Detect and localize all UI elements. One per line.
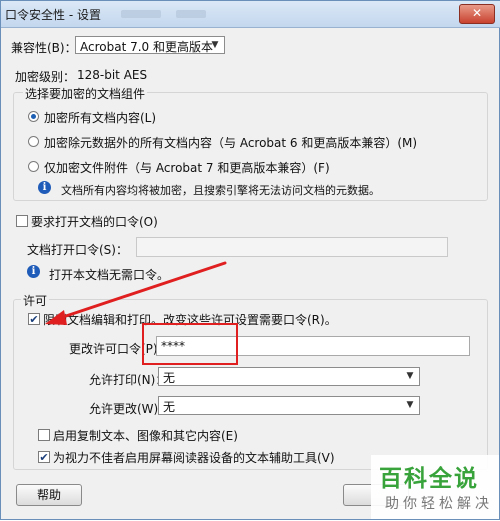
annotation-arrow — [45, 261, 227, 325]
watermark-sub-text: 助你轻松解决 — [385, 496, 493, 512]
watermark-main-text: 百科全说 — [379, 466, 479, 492]
password-security-dialog: 口令安全性 - 设置 ✕ 兼容性(B)： Acrobat 7.0 和更高版本 ▼… — [0, 0, 500, 520]
watermark: 百科全说 助你轻松解决 — [371, 455, 499, 519]
